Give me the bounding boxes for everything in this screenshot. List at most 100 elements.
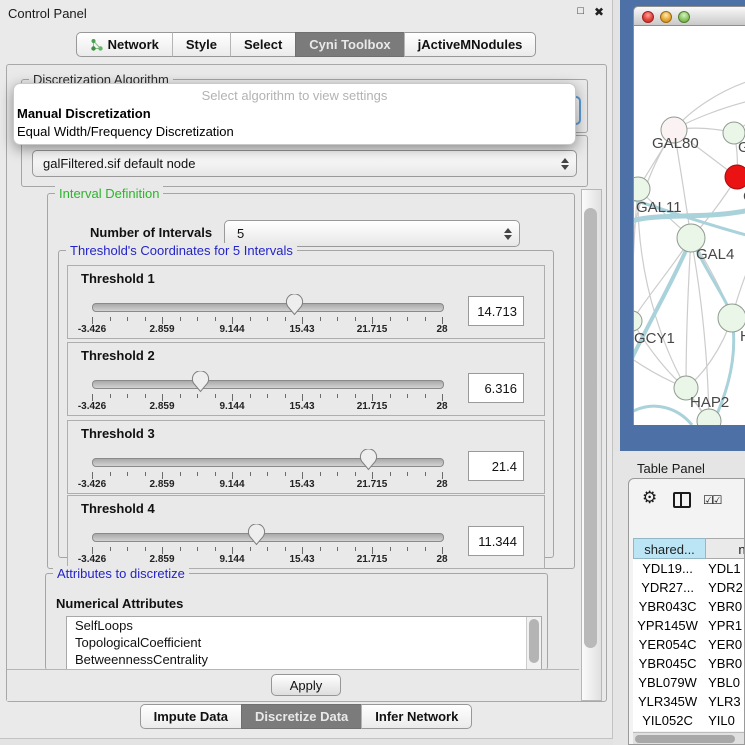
- tick-label: -3.426: [62, 401, 122, 412]
- threshold-value-field[interactable]: 6.316: [468, 373, 524, 403]
- tick-mark: [337, 547, 338, 551]
- tab-style[interactable]: Style: [172, 32, 230, 57]
- settings-gear-icon[interactable]: ⚙: [642, 488, 657, 508]
- tick-mark: [127, 317, 128, 321]
- threshold-slider-track[interactable]: [92, 380, 444, 389]
- threshold-slider-thumb[interactable]: [247, 524, 266, 551]
- tick-mark: [372, 547, 373, 554]
- tick-mark: [145, 472, 146, 476]
- table-hscrollbar[interactable]: [633, 732, 745, 745]
- network-edge[interactable]: [686, 238, 691, 388]
- tick-label: 2.859: [132, 479, 192, 490]
- table-data-combobox[interactable]: galFiltered.sif default node: [32, 150, 577, 177]
- list-item-betweennesscentrality[interactable]: BetweennessCentrality: [67, 651, 541, 668]
- tab-cyni-toolbox[interactable]: Cyni Toolbox: [295, 32, 403, 57]
- table-panel: Table Panel ⚙ ☑☑ shared...n YDL19...YDL1…: [613, 451, 745, 745]
- cell-shared-name: YPR145W: [633, 616, 702, 635]
- tab-label: Infer Network: [375, 705, 458, 728]
- table-row[interactable]: YLR345WYLR3: [633, 692, 745, 711]
- tab-label: Select: [244, 33, 282, 56]
- network-node-c[interactable]: [725, 165, 745, 189]
- tick-mark: [390, 472, 391, 476]
- threshold-value-field[interactable]: 14.713: [468, 296, 524, 326]
- table-row[interactable]: YIL052CYIL0: [633, 711, 745, 730]
- control-panel-titlebar: Control Panel □ ✖: [0, 0, 612, 28]
- tick-mark: [127, 472, 128, 476]
- tick-mark: [267, 547, 268, 551]
- tick-mark: [162, 394, 163, 401]
- tick-mark: [110, 547, 111, 551]
- tab-discretize-data[interactable]: Discretize Data: [241, 704, 361, 729]
- tick-label: -3.426: [62, 324, 122, 335]
- tick-mark: [337, 472, 338, 476]
- network-canvas[interactable]: GAL80G.CGAL11GAL4HGCY1HAP2: [633, 26, 745, 425]
- column-header-shared[interactable]: shared...: [633, 538, 706, 559]
- tick-mark: [232, 472, 233, 479]
- close-icon[interactable]: ✖: [594, 5, 604, 19]
- tab-infer-network[interactable]: Infer Network: [361, 704, 472, 729]
- tick-mark: [442, 547, 443, 554]
- network-node-label: GAL11: [636, 199, 682, 216]
- tick-label: 28: [412, 324, 472, 335]
- network-titlebar[interactable]: [633, 6, 745, 26]
- tick-mark: [250, 394, 251, 398]
- list-item-topologicalcoefficient[interactable]: TopologicalCoefficient: [67, 634, 541, 651]
- minimize-traffic-light-icon[interactable]: [660, 11, 672, 23]
- threshold-slider-thumb[interactable]: [359, 449, 378, 476]
- threshold-value-field[interactable]: 11.344: [468, 526, 524, 556]
- table-panel-title: Table Panel: [637, 461, 705, 476]
- table-row[interactable]: YPR145WYPR1: [633, 616, 745, 635]
- network-edge[interactable]: [634, 238, 691, 321]
- apply-button[interactable]: Apply: [271, 674, 341, 696]
- tick-mark: [390, 317, 391, 321]
- float-window-icon[interactable]: □: [577, 5, 584, 17]
- table-row[interactable]: YER054CYER0: [633, 635, 745, 654]
- network-edge-highlighted[interactable]: [634, 406, 692, 425]
- combobox-stepper-icon: [504, 228, 512, 240]
- tick-label: 21.715: [342, 479, 402, 490]
- tick-mark: [425, 317, 426, 321]
- threshold-slider-track[interactable]: [92, 533, 444, 542]
- threshold-panel-3: Threshold 3-3.4262.8599.14415.4321.71528…: [67, 420, 545, 494]
- zoom-traffic-light-icon[interactable]: [678, 11, 690, 23]
- network-node-gcy1[interactable]: [634, 311, 642, 331]
- table-row[interactable]: YBR045CYBR0: [633, 654, 745, 673]
- panel-scrollbar-thumb[interactable]: [584, 208, 597, 648]
- tick-label: 9.144: [202, 401, 262, 412]
- tick-mark: [337, 394, 338, 398]
- table-hscrollbar-thumb[interactable]: [635, 735, 735, 743]
- popup-item-equal-width-frequency-discretization[interactable]: Equal Width/Frequency Discretization: [17, 124, 234, 139]
- tab-impute-data[interactable]: Impute Data: [140, 704, 241, 729]
- table-row[interactable]: YDR27...YDR2: [633, 578, 745, 597]
- split-panel-icon[interactable]: [673, 492, 691, 508]
- tab-network[interactable]: Network: [76, 32, 172, 57]
- close-traffic-light-icon[interactable]: [642, 11, 654, 23]
- select-columns-icon[interactable]: ☑☑: [703, 493, 721, 507]
- panel-scrollbar[interactable]: [581, 189, 602, 701]
- network-node-label: H: [740, 328, 745, 345]
- numerical-attributes-list[interactable]: SelfLoopsTopologicalCoefficientBetweenne…: [66, 616, 542, 670]
- column-header-n[interactable]: n: [706, 538, 745, 559]
- threshold-value-field[interactable]: 21.4: [468, 451, 524, 481]
- table-row[interactable]: YDL19...YDL1: [633, 559, 745, 578]
- attributes-group-label: Attributes to discretize: [53, 566, 189, 581]
- app: Control Panel □ ✖ Network Style Select Cyni…: [0, 0, 745, 745]
- tab-label: Style: [186, 33, 217, 56]
- tick-mark: [355, 317, 356, 321]
- table-row[interactable]: YBR043CYBR0: [633, 597, 745, 616]
- algorithm-dropdown-popup: Select algorithm to view settings Manual…: [13, 83, 576, 145]
- threshold-slider-track[interactable]: [92, 303, 444, 312]
- cyni-toolbox-panel: Discretization Algorithm Table Data galF…: [6, 64, 607, 702]
- tick-mark: [250, 317, 251, 321]
- threshold-slider-track[interactable]: [92, 458, 444, 467]
- list-item-selfloops[interactable]: SelfLoops: [67, 617, 541, 634]
- popup-item-manual-discretization[interactable]: Manual Discretization: [17, 106, 151, 121]
- tab-jactivemnodules[interactable]: jActiveMNodules: [404, 32, 537, 57]
- threshold-slider-thumb[interactable]: [285, 294, 304, 321]
- table-row[interactable]: YBL079WYBL0: [633, 673, 745, 692]
- tab-select[interactable]: Select: [230, 32, 295, 57]
- threshold-slider-thumb[interactable]: [191, 371, 210, 398]
- tick-mark: [337, 317, 338, 321]
- list-scrollbar[interactable]: [526, 617, 541, 669]
- tick-label: 28: [412, 554, 472, 565]
